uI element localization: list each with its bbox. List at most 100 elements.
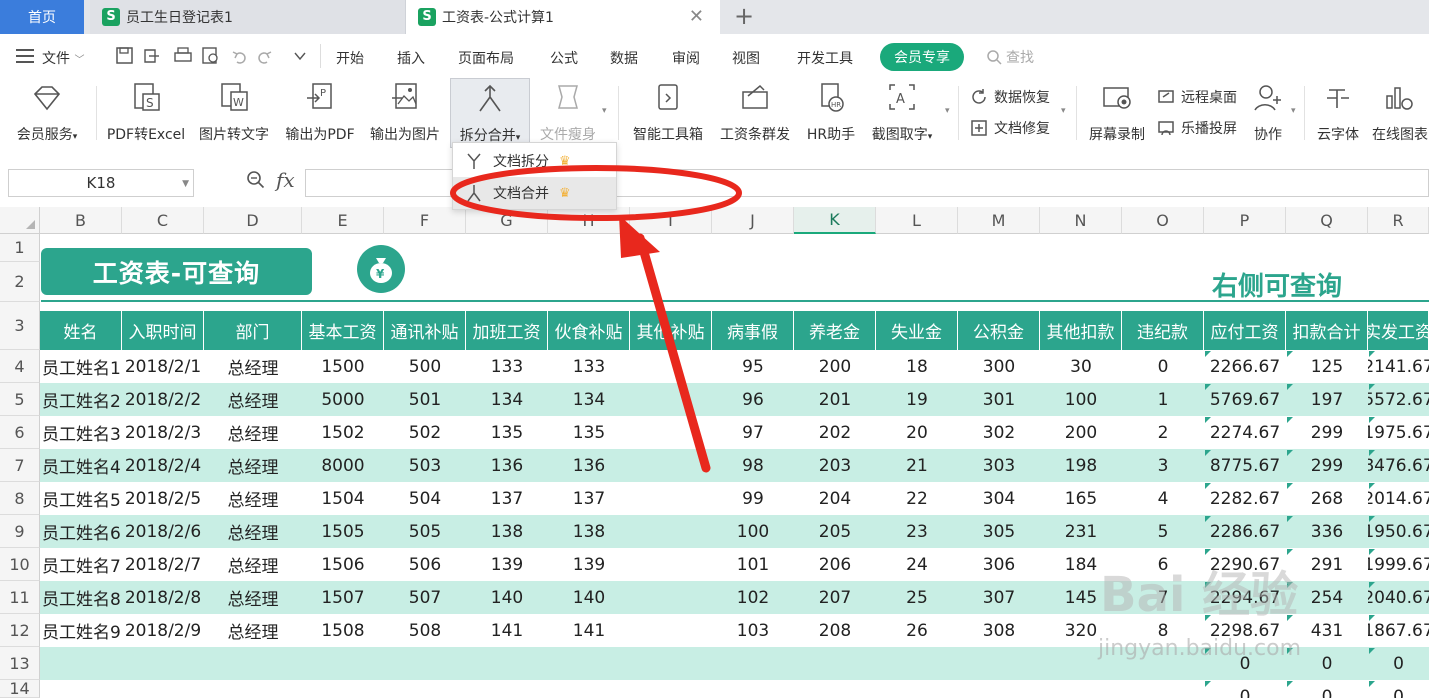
table-cell[interactable]: 4 bbox=[1122, 482, 1204, 515]
table-cell[interactable]: 136 bbox=[548, 449, 630, 482]
table-cell[interactable]: 304 bbox=[958, 482, 1040, 515]
table-cell[interactable]: 135 bbox=[466, 416, 548, 449]
table-cell[interactable]: 308 bbox=[958, 614, 1040, 647]
table-cell[interactable]: 507 bbox=[384, 581, 466, 614]
table-cell[interactable]: 96 bbox=[712, 383, 794, 416]
pdf-to-excel-button[interactable]: S PDF转Excel bbox=[103, 78, 189, 148]
column-header-N[interactable]: N bbox=[1040, 207, 1122, 234]
table-cell[interactable]: 1975.67 bbox=[1368, 416, 1429, 449]
table-cell[interactable]: 5572.67 bbox=[1368, 383, 1429, 416]
tab-birthday-sheet[interactable]: S 员工生日登记表1 bbox=[90, 0, 406, 34]
table-cell[interactable]: 302 bbox=[958, 416, 1040, 449]
table-cell[interactable]: 0 bbox=[1204, 680, 1286, 698]
table-cell[interactable]: 8775.67 bbox=[1204, 449, 1286, 482]
row-header-1[interactable]: 1 bbox=[0, 234, 40, 262]
menu-item-0[interactable]: 开始 bbox=[336, 48, 364, 68]
menu-file[interactable]: 文件 ﹀ bbox=[42, 48, 84, 68]
table-cell[interactable]: 136 bbox=[466, 449, 548, 482]
table-cell[interactable] bbox=[302, 680, 384, 698]
table-cell[interactable]: 总经理 bbox=[204, 350, 302, 383]
table-cell[interactable]: 134 bbox=[466, 383, 548, 416]
column-header-I[interactable]: I bbox=[630, 207, 712, 234]
tab-salary-sheet[interactable]: S 工资表-公式计算1 ✕ bbox=[406, 0, 720, 34]
row-header-2[interactable]: 2 bbox=[0, 262, 40, 302]
row-header-12[interactable]: 12 bbox=[0, 614, 40, 647]
table-cell[interactable]: 140 bbox=[466, 581, 548, 614]
table-cell[interactable]: 197 bbox=[1286, 383, 1368, 416]
chevron-down-icon[interactable]: ▾ bbox=[1061, 106, 1066, 116]
table-cell[interactable]: 员工姓名4 bbox=[40, 449, 122, 482]
table-cell[interactable]: 299 bbox=[1286, 416, 1368, 449]
online-chart-button[interactable]: 在线图表 bbox=[1368, 78, 1429, 148]
menu-item-2[interactable]: 页面布局 bbox=[458, 48, 514, 68]
table-cell[interactable]: 2 bbox=[1122, 416, 1204, 449]
table-cell[interactable]: 100 bbox=[1040, 383, 1122, 416]
table-cell[interactable]: 97 bbox=[712, 416, 794, 449]
menu-item-6[interactable]: 视图 bbox=[732, 48, 760, 68]
table-cell[interactable]: 总经理 bbox=[204, 515, 302, 548]
column-header-R[interactable]: R bbox=[1368, 207, 1429, 234]
table-cell[interactable] bbox=[40, 647, 122, 680]
column-header-J[interactable]: J bbox=[712, 207, 794, 234]
column-header-M[interactable]: M bbox=[958, 207, 1040, 234]
hr-assistant-button[interactable]: HR HR助手 bbox=[800, 78, 862, 148]
column-header-O[interactable]: O bbox=[1122, 207, 1204, 234]
table-cell[interactable]: 165 bbox=[1040, 482, 1122, 515]
menu-item-3[interactable]: 公式 bbox=[550, 48, 578, 68]
column-title-cell[interactable]: 违纪款 bbox=[1122, 311, 1204, 350]
row-header-5[interactable]: 5 bbox=[0, 383, 40, 416]
table-cell[interactable] bbox=[384, 680, 466, 698]
table-cell[interactable]: 202 bbox=[794, 416, 876, 449]
column-title-cell[interactable]: 伙食补贴 bbox=[548, 311, 630, 350]
row-header-13[interactable]: 13 bbox=[0, 647, 40, 680]
table-cell[interactable]: 员工姓名9 bbox=[40, 614, 122, 647]
table-cell[interactable]: 25 bbox=[876, 581, 958, 614]
table-cell[interactable] bbox=[794, 647, 876, 680]
menu-item-5[interactable]: 审阅 bbox=[672, 48, 700, 68]
table-cell[interactable]: 501 bbox=[384, 383, 466, 416]
column-title-cell[interactable]: 部门 bbox=[204, 311, 302, 350]
table-cell[interactable]: 141 bbox=[466, 614, 548, 647]
capture-text-button[interactable]: A 截图取字▾ bbox=[864, 78, 940, 148]
table-cell[interactable] bbox=[548, 680, 630, 698]
table-cell[interactable]: 总经理 bbox=[204, 482, 302, 515]
table-cell[interactable]: 140 bbox=[548, 581, 630, 614]
row-header-14[interactable]: 14 bbox=[0, 679, 40, 698]
table-cell[interactable]: 2274.67 bbox=[1204, 416, 1286, 449]
table-cell[interactable] bbox=[958, 680, 1040, 698]
column-title-cell[interactable]: 公积金 bbox=[958, 311, 1040, 350]
table-cell[interactable]: 95 bbox=[712, 350, 794, 383]
screen-record-button[interactable]: 屏幕录制 bbox=[1084, 78, 1150, 148]
table-cell[interactable]: 总经理 bbox=[204, 548, 302, 581]
chevron-down-icon[interactable]: ▾ bbox=[602, 106, 607, 116]
table-cell[interactable]: 1502 bbox=[302, 416, 384, 449]
column-header-B[interactable]: B bbox=[40, 207, 122, 234]
table-cell[interactable]: 2141.67 bbox=[1368, 350, 1429, 383]
table-cell[interactable]: 1505 bbox=[302, 515, 384, 548]
table-cell[interactable]: 207 bbox=[794, 581, 876, 614]
table-cell[interactable]: 总经理 bbox=[204, 581, 302, 614]
vip-button[interactable]: 会员专享 bbox=[880, 43, 964, 71]
row-header-8[interactable]: 8 bbox=[0, 482, 40, 515]
table-cell[interactable] bbox=[122, 647, 204, 680]
table-cell[interactable]: 141 bbox=[548, 614, 630, 647]
table-cell[interactable]: 100 bbox=[712, 515, 794, 548]
table-cell[interactable]: 5 bbox=[1122, 515, 1204, 548]
table-cell[interactable]: 135 bbox=[548, 416, 630, 449]
table-cell[interactable]: 员工姓名5 bbox=[40, 482, 122, 515]
collaborate-button[interactable]: 协作 bbox=[1246, 78, 1290, 148]
menu-item-7[interactable]: 开发工具 bbox=[797, 48, 853, 68]
table-cell[interactable]: 306 bbox=[958, 548, 1040, 581]
table-cell[interactable]: 30 bbox=[1040, 350, 1122, 383]
table-cell[interactable]: 300 bbox=[958, 350, 1040, 383]
column-title-cell[interactable]: 基本工资 bbox=[302, 311, 384, 350]
function-icon[interactable]: fx bbox=[276, 168, 295, 192]
table-cell[interactable] bbox=[630, 350, 712, 383]
table-cell[interactable]: 502 bbox=[384, 416, 466, 449]
table-cell[interactable]: 200 bbox=[1040, 416, 1122, 449]
table-cell[interactable]: 231 bbox=[1040, 515, 1122, 548]
table-cell[interactable]: 133 bbox=[466, 350, 548, 383]
table-cell[interactable]: 268 bbox=[1286, 482, 1368, 515]
export-pdf-button[interactable]: P 输出为PDF bbox=[280, 78, 360, 148]
column-title-cell[interactable]: 其他扣款 bbox=[1040, 311, 1122, 350]
